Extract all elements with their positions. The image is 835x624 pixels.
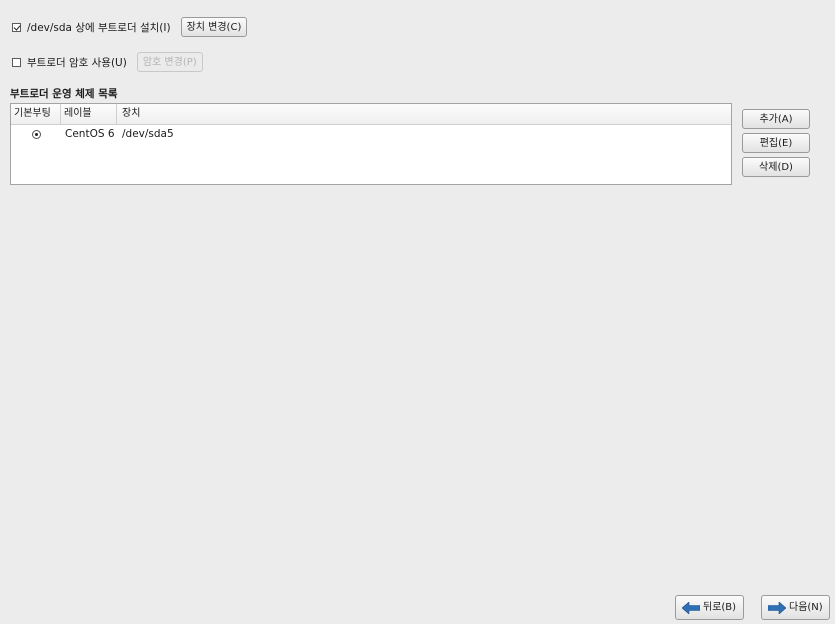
back-button[interactable]: 뒤로(B): [675, 595, 744, 620]
change-password-button[interactable]: 암호 변경(P): [136, 52, 203, 72]
add-button[interactable]: 추가(A): [742, 109, 810, 129]
bootloader-password-row: 부트로더 암호 사용(U) 암호 변경(P): [12, 51, 203, 73]
next-button-label: 다음(N): [789, 602, 823, 613]
arrow-left-icon: [682, 601, 700, 614]
change-device-button[interactable]: 장치 변경(C): [180, 17, 248, 37]
bootloader-password-checkbox[interactable]: [12, 57, 21, 67]
os-device-cell: /dev/sda5: [122, 128, 174, 140]
os-label-cell: CentOS 6: [65, 128, 115, 140]
back-button-label: 뒤로(B): [703, 602, 737, 613]
os-list-title: 부트로더 운영 체제 목록: [10, 88, 118, 100]
default-boot-radio[interactable]: [32, 130, 41, 139]
table-row[interactable]: CentOS 6 /dev/sda5: [11, 126, 731, 144]
arrow-right-icon: [768, 601, 786, 614]
column-header-device[interactable]: 장치: [119, 104, 319, 124]
bootloader-password-label[interactable]: 부트로더 암호 사용(U): [27, 55, 127, 70]
delete-button[interactable]: 삭제(D): [742, 157, 810, 177]
install-bootloader-label[interactable]: /dev/sda 상에 부트로더 설치(I): [27, 20, 171, 35]
install-bootloader-row: /dev/sda 상에 부트로더 설치(I) 장치 변경(C): [12, 16, 248, 38]
install-bootloader-checkbox[interactable]: [12, 22, 21, 32]
next-button[interactable]: 다음(N): [761, 595, 830, 620]
os-list-table: 기본부팅 레이블 장치 CentOS 6 /dev/sda5: [10, 103, 732, 185]
column-header-label[interactable]: 레이블: [61, 104, 117, 124]
edit-button[interactable]: 편집(E): [742, 133, 810, 153]
column-header-default[interactable]: 기본부팅: [11, 104, 61, 124]
os-list-header: 기본부팅 레이블 장치: [11, 104, 731, 125]
